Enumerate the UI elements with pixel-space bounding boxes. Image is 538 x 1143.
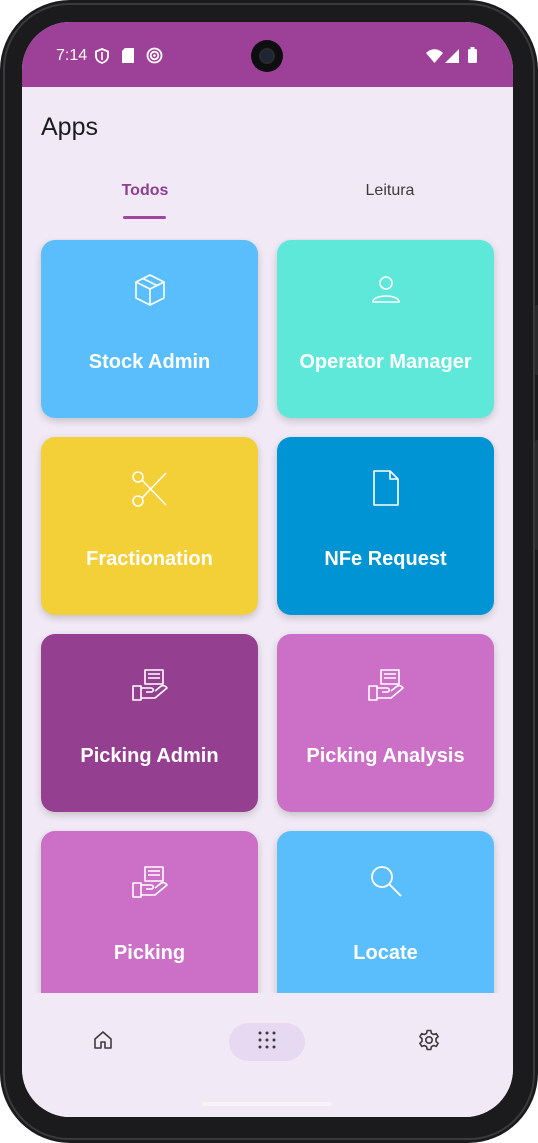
screen: 7:14 Apps Todos Leitura Stock Admin Oper… — [22, 22, 513, 1117]
app-card-operator-manager[interactable]: Operator Manager — [277, 240, 494, 418]
home-gesture-bar[interactable] — [202, 1102, 332, 1106]
tab-todos[interactable]: Todos — [85, 182, 205, 200]
app-label: Locate — [353, 941, 418, 964]
app-label: Picking — [113, 941, 186, 964]
sd-card-icon — [122, 48, 134, 68]
home-icon — [93, 1030, 113, 1055]
battery-icon — [468, 47, 477, 68]
app-label: Fractionation — [86, 547, 213, 570]
app-card-picking-analysis[interactable]: Picking Analysis — [277, 634, 494, 812]
box-icon — [41, 272, 258, 312]
phone-frame: 7:14 Apps Todos Leitura Stock Admin Oper… — [0, 0, 538, 1143]
picking-hand-icon — [41, 863, 258, 903]
bottom-navigation — [22, 993, 513, 1117]
settings-icon — [418, 1029, 440, 1056]
tab-leitura[interactable]: Leitura — [330, 182, 450, 200]
hotspot-icon — [146, 47, 163, 69]
tab-indicator — [123, 216, 166, 219]
signal-icon — [445, 49, 459, 68]
app-label: Picking Admin — [80, 744, 219, 767]
app-label: Operator Manager — [299, 350, 472, 373]
app-card-stock-admin[interactable]: Stock Admin — [41, 240, 258, 418]
app-label: NFe Request — [324, 547, 447, 570]
shield-icon — [95, 48, 109, 69]
front-camera — [251, 40, 283, 72]
status-time: 7:14 — [56, 47, 88, 64]
app-card-nfe-request[interactable]: NFe Request — [277, 437, 494, 615]
search-icon — [277, 863, 494, 903]
document-icon — [277, 469, 494, 509]
wifi-icon — [426, 49, 443, 68]
person-icon — [277, 272, 494, 312]
picking-hand-icon — [277, 666, 494, 706]
app-label: Picking Analysis — [306, 744, 465, 767]
nav-apps-button[interactable] — [229, 1023, 305, 1061]
apps-grid-icon — [258, 1031, 276, 1054]
app-card-picking[interactable]: Picking — [41, 831, 258, 993]
nav-settings-button[interactable] — [409, 1023, 449, 1061]
picking-hand-icon — [41, 666, 258, 706]
app-card-fractionation[interactable]: Fractionation — [41, 437, 258, 615]
page-title: Apps — [41, 113, 98, 141]
app-card-locate[interactable]: Locate — [277, 831, 494, 993]
status-bar: 7:14 — [22, 22, 513, 87]
scissors-icon — [41, 469, 258, 509]
apps-grid: Stock Admin Operator Manager Fractionati… — [22, 238, 513, 993]
app-card-picking-admin[interactable]: Picking Admin — [41, 634, 258, 812]
nav-home-button[interactable] — [83, 1023, 123, 1061]
app-label: Stock Admin — [88, 350, 211, 373]
